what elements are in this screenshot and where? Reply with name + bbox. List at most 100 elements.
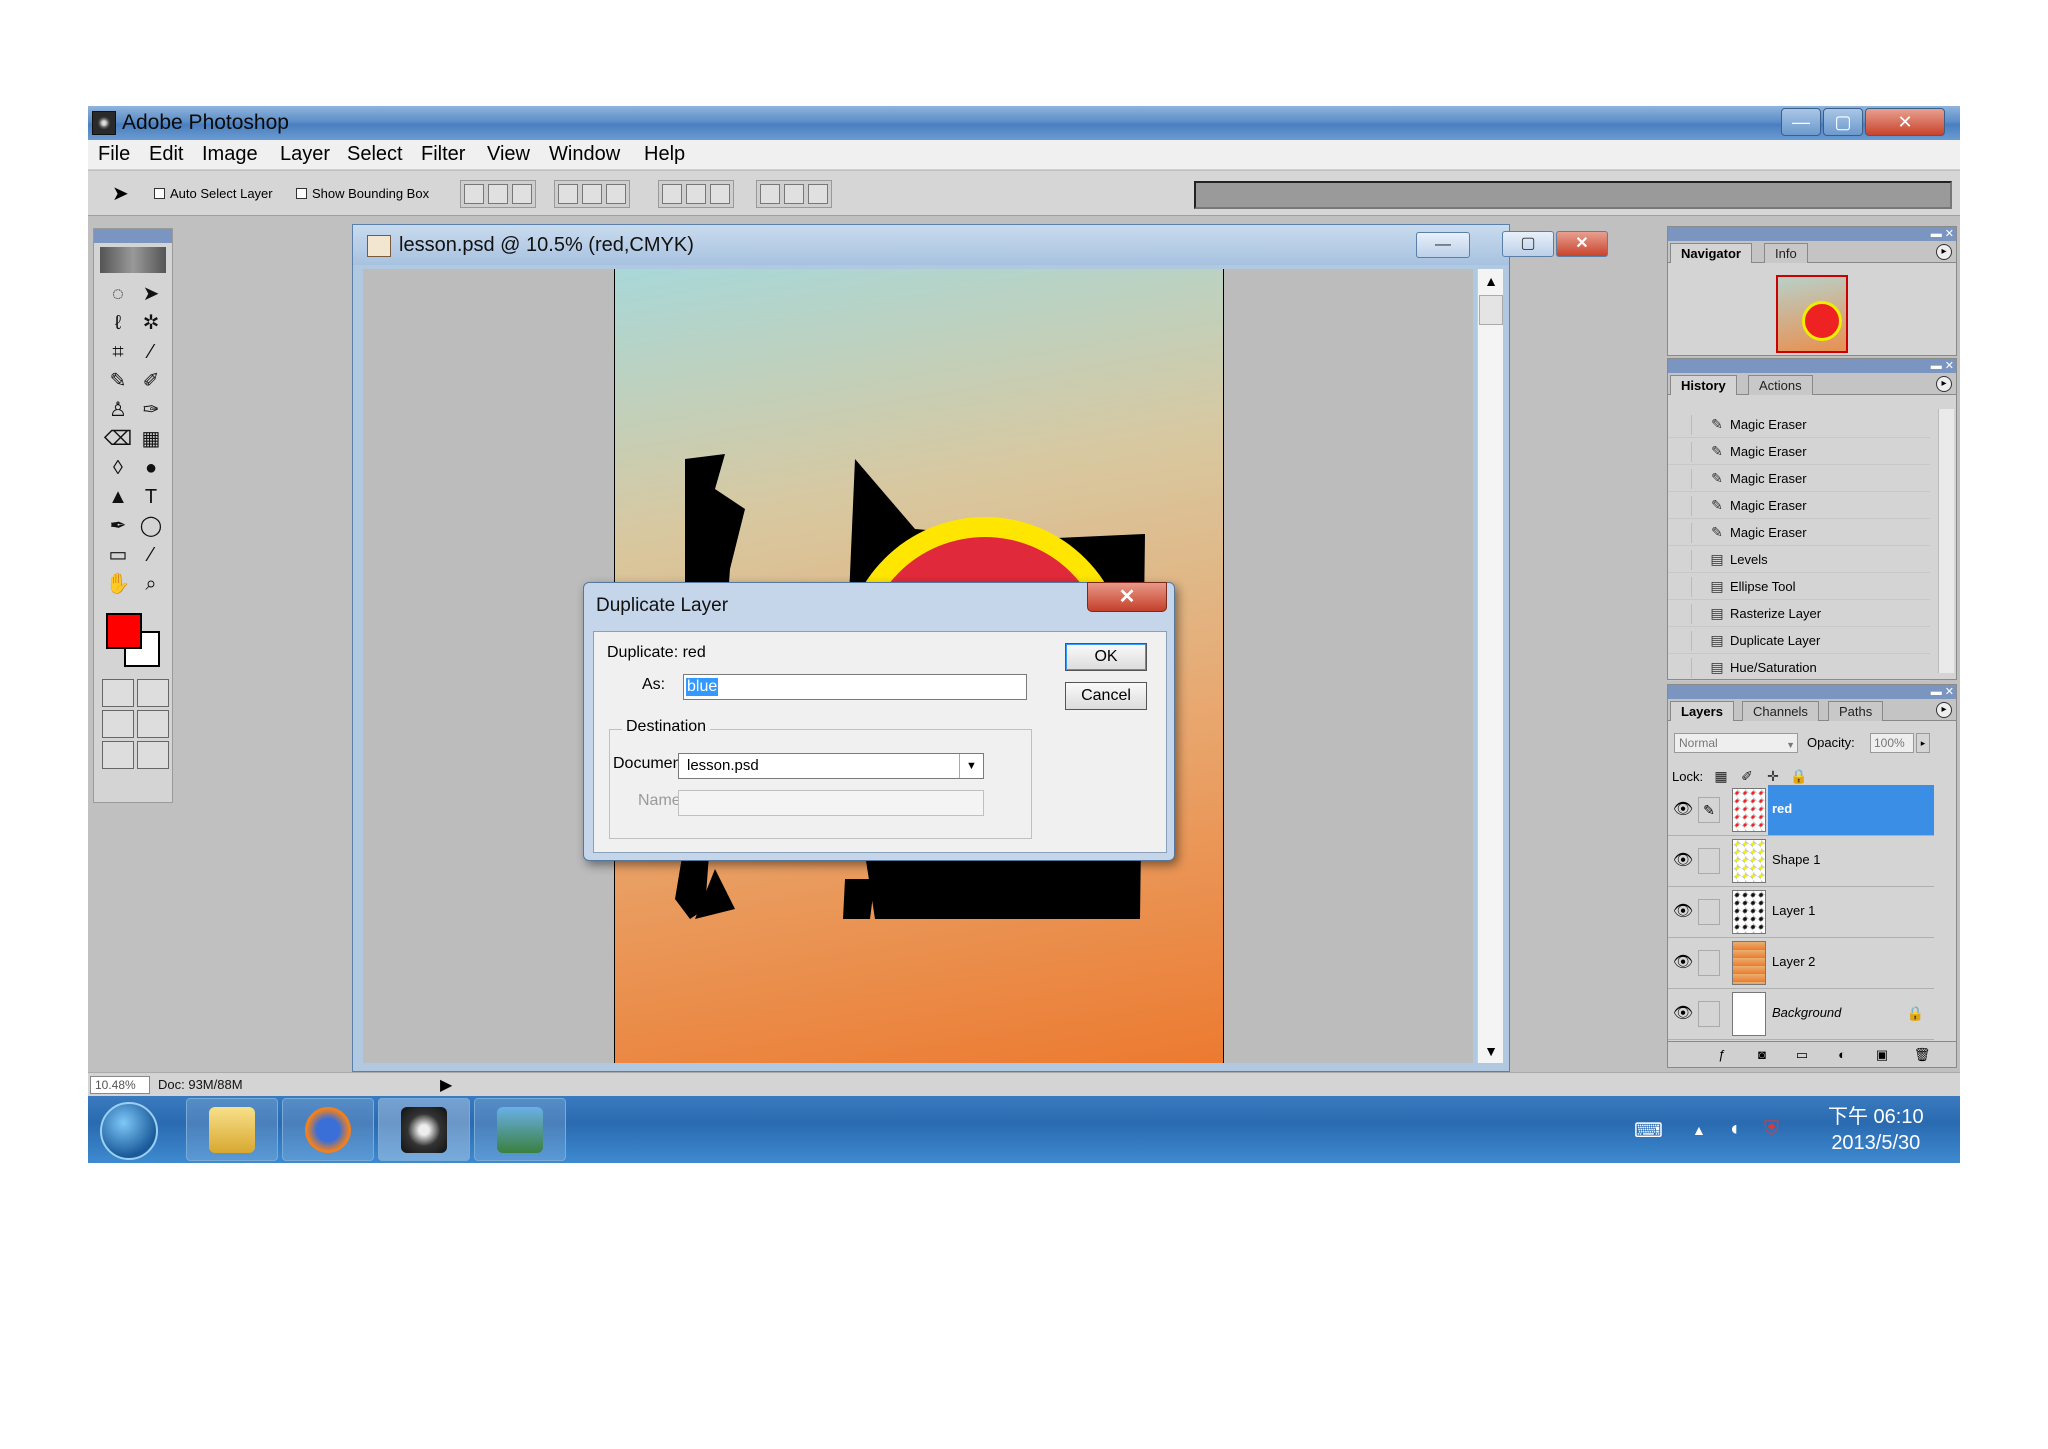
standard-mode-icon[interactable]: [102, 679, 134, 707]
trash-icon[interactable]: 🗑: [1912, 1046, 1932, 1064]
menu-file[interactable]: File: [98, 143, 130, 166]
adjustment-layer-icon[interactable]: ◐: [1832, 1046, 1852, 1064]
align-buttons-2[interactable]: [554, 180, 630, 208]
layer-name-cell[interactable]: Shape 1: [1768, 836, 1934, 886]
document-close-button[interactable]: ✕: [1556, 231, 1608, 257]
layer-row[interactable]: 👁 Layer 1: [1668, 887, 1934, 938]
align-buttons[interactable]: [460, 180, 536, 208]
taskbar-photo-viewer[interactable]: [474, 1098, 566, 1161]
dialog-close-button[interactable]: ✕: [1087, 582, 1167, 612]
panel-header[interactable]: ▬ ✕: [1668, 227, 1956, 241]
marquee-tool-icon[interactable]: ◌: [102, 279, 134, 307]
eye-visibility-icon[interactable]: 👁: [1672, 799, 1694, 821]
status-menu-icon[interactable]: ▶: [440, 1075, 452, 1095]
toolbox-header[interactable]: [94, 229, 172, 243]
history-snapshot-checkbox[interactable]: [1672, 415, 1692, 435]
clock[interactable]: 下午 06:10 2013/5/30: [1828, 1104, 1924, 1156]
navigator-thumbnail[interactable]: [1776, 275, 1848, 353]
volume-icon[interactable]: ◖: [1728, 1118, 1740, 1141]
eraser-tool-icon[interactable]: ⌫: [102, 424, 134, 452]
minimize-button[interactable]: —: [1781, 108, 1821, 136]
history-item[interactable]: ▤ Duplicate Layer: [1668, 627, 1930, 654]
tab-paths[interactable]: Paths: [1828, 701, 1884, 721]
start-button[interactable]: [100, 1102, 158, 1160]
menu-window[interactable]: Window: [549, 143, 620, 166]
history-item[interactable]: ▤ Levels: [1668, 546, 1930, 573]
history-item[interactable]: ▤ Rasterize Layer: [1668, 600, 1930, 627]
layer-row[interactable]: 👁 Layer 2: [1668, 938, 1934, 989]
panel-menu-icon[interactable]: ▸: [1936, 376, 1952, 392]
eyedropper-tool-icon[interactable]: ⁄: [135, 540, 167, 568]
show-hidden-icons-icon[interactable]: ▲: [1692, 1122, 1706, 1138]
tab-channels[interactable]: Channels: [1742, 701, 1819, 721]
menu-edit[interactable]: Edit: [149, 143, 183, 166]
screen-mode-icon[interactable]: [102, 710, 134, 738]
jump-to-imageready-icon[interactable]: [102, 741, 134, 769]
history-item[interactable]: ✎ Magic Eraser: [1668, 492, 1930, 519]
brush-tool-icon[interactable]: ✐: [135, 366, 167, 394]
taskbar-photoshop[interactable]: [378, 1098, 470, 1161]
document-title-bar[interactable]: lesson.psd @ 10.5% (red,CMYK) —: [353, 225, 1509, 265]
history-item[interactable]: ✎ Magic Eraser: [1668, 465, 1930, 492]
layer-name-cell[interactable]: Layer 1: [1768, 887, 1934, 937]
menu-select[interactable]: Select: [347, 143, 403, 166]
eye-visibility-icon[interactable]: 👁: [1672, 952, 1694, 974]
lock-all-icon[interactable]: 🔒: [1790, 767, 1808, 785]
quick-mask-mode-icon[interactable]: [137, 679, 169, 707]
path-selection-tool-icon[interactable]: ▲: [102, 482, 134, 510]
link-toggle[interactable]: [1698, 1001, 1720, 1027]
lasso-tool-icon[interactable]: ℓ: [102, 308, 134, 336]
as-input[interactable]: blue: [683, 674, 1027, 700]
distribute-buttons-2[interactable]: [756, 180, 832, 208]
menu-filter[interactable]: Filter: [421, 143, 465, 166]
history-snapshot-checkbox[interactable]: [1672, 442, 1692, 462]
distribute-buttons[interactable]: [658, 180, 734, 208]
panel-menu-icon[interactable]: ▸: [1936, 244, 1952, 260]
lock-image-icon[interactable]: ✐: [1738, 767, 1756, 785]
tab-history[interactable]: History: [1670, 375, 1737, 395]
history-snapshot-checkbox[interactable]: [1672, 604, 1692, 624]
panel-close-icon[interactable]: ▬ ✕: [1931, 227, 1954, 240]
blur-tool-icon[interactable]: ◊: [102, 453, 134, 481]
gradient-tool-icon[interactable]: ▦: [135, 424, 167, 452]
toolbox-logo[interactable]: [100, 247, 166, 273]
auto-select-layer-checkbox[interactable]: Auto Select Layer: [154, 186, 273, 201]
keyboard-icon[interactable]: ⌨: [1634, 1118, 1663, 1143]
menu-layer[interactable]: Layer: [280, 143, 330, 166]
eye-visibility-icon[interactable]: 👁: [1672, 901, 1694, 923]
history-snapshot-checkbox[interactable]: [1672, 469, 1692, 489]
layer-row[interactable]: 👁 ✎ red: [1668, 785, 1934, 836]
opacity-arrow-icon[interactable]: ▸: [1916, 733, 1930, 753]
healing-brush-tool-icon[interactable]: ✎: [102, 366, 134, 394]
eye-visibility-icon[interactable]: 👁: [1672, 850, 1694, 872]
hand-tool-icon[interactable]: ✋: [102, 569, 134, 597]
history-snapshot-checkbox[interactable]: [1672, 523, 1692, 543]
panel-header[interactable]: ▬ ✕: [1668, 685, 1956, 699]
history-item[interactable]: ▤ Ellipse Tool: [1668, 573, 1930, 600]
palette-well[interactable]: [1194, 181, 1952, 209]
shape-tool-icon[interactable]: ◯: [135, 511, 167, 539]
history-snapshot-checkbox[interactable]: [1672, 496, 1692, 516]
maximize-button[interactable]: ▢: [1823, 108, 1863, 136]
slice-tool-icon[interactable]: ⁄: [135, 337, 167, 365]
document-minimize-button-2[interactable]: —: [1416, 232, 1470, 258]
history-item[interactable]: ▤ Hue/Saturation: [1668, 654, 1930, 681]
link-toggle[interactable]: [1698, 899, 1720, 925]
eye-visibility-icon[interactable]: 👁: [1672, 1003, 1694, 1025]
type-tool-icon[interactable]: T: [135, 482, 167, 510]
history-item[interactable]: ✎ Magic Eraser: [1668, 519, 1930, 546]
close-button[interactable]: ✕: [1865, 108, 1945, 136]
cancel-button[interactable]: Cancel: [1065, 682, 1147, 710]
menu-view[interactable]: View: [487, 143, 530, 166]
layer-row[interactable]: 👁 Shape 1: [1668, 836, 1934, 887]
tab-layers[interactable]: Layers: [1670, 701, 1734, 721]
dodge-tool-icon[interactable]: ●: [135, 453, 167, 481]
history-scrollbar[interactable]: [1938, 409, 1954, 673]
history-snapshot-checkbox[interactable]: [1672, 577, 1692, 597]
link-toggle[interactable]: [1698, 848, 1720, 874]
lock-transparency-icon[interactable]: ▦: [1712, 767, 1730, 785]
new-layer-icon[interactable]: ▣: [1872, 1046, 1892, 1064]
layer-name-cell[interactable]: red: [1768, 785, 1934, 835]
layer-row[interactable]: 👁 Background 🔒: [1668, 989, 1934, 1040]
menu-image[interactable]: Image: [202, 143, 258, 166]
